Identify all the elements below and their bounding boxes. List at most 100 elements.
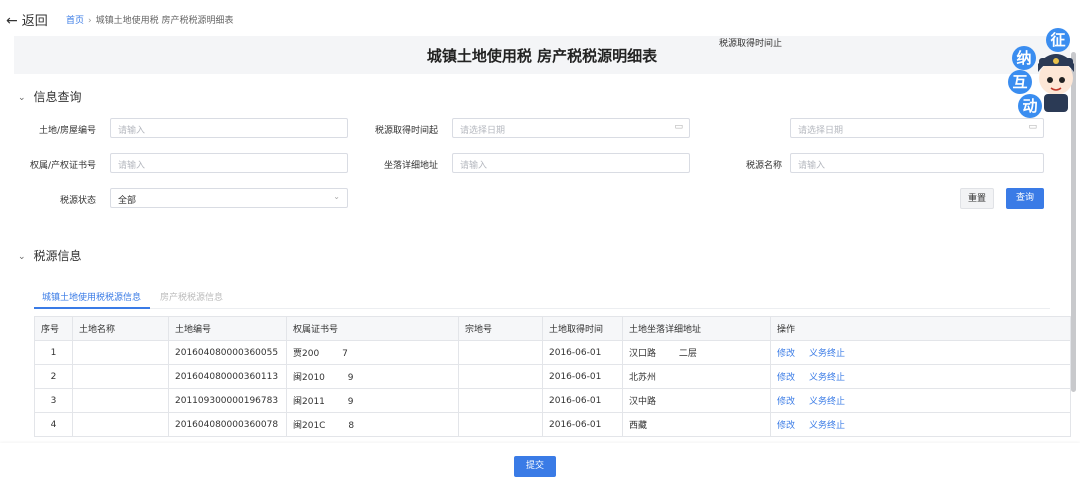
edit-link[interactable]: 修改: [777, 397, 795, 407]
mascot-char-4: 动: [1018, 94, 1042, 118]
cell-actions: 修改 义务终止: [770, 388, 1071, 413]
table-row: 2 201604080000360113 闽2010 9 2016-06-01 …: [34, 364, 1071, 389]
cell-parcel: [458, 340, 543, 365]
cert-no-label: 权属/产权证书号: [29, 161, 96, 171]
column-header: 操作: [770, 316, 1071, 341]
tab-land-tax[interactable]: 城镇土地使用税税源信息: [42, 290, 141, 303]
cell-cert-no: 闽2011 9: [286, 388, 459, 413]
cell-address: 北苏州: [622, 364, 771, 389]
column-header: 土地坐落详细地址: [622, 316, 771, 341]
cell-no: 2: [34, 364, 73, 389]
query-button[interactable]: 查询: [1006, 188, 1044, 209]
breadcrumb-current: 城镇土地使用税 房产税税源明细表: [95, 16, 234, 26]
interaction-mascot-widget[interactable]: 征 纳 互 动: [1000, 28, 1080, 124]
tab-active-underline: [34, 307, 150, 309]
cell-address: 汉口路 二层: [622, 340, 771, 365]
status-value: 全部: [118, 196, 137, 206]
cell-date: 2016-06-01: [542, 340, 623, 365]
cell-no: 1: [34, 340, 73, 365]
source-table: 序号 土地名称 土地编号 权属证书号 宗地号 土地取得时间 土地坐落详细地址 操…: [34, 316, 1071, 437]
cell-address: 西藏: [622, 412, 771, 437]
source-section-header[interactable]: ⌄ 税源信息: [18, 247, 82, 264]
cell-land-no: 201109300000196783: [168, 388, 287, 413]
cell-actions: 修改 义务终止: [770, 340, 1071, 365]
reset-button[interactable]: 重置: [960, 188, 994, 209]
column-header: 序号: [34, 316, 73, 341]
arrow-left-icon: ←: [6, 13, 18, 29]
terminate-link[interactable]: 义务终止: [809, 421, 845, 431]
cert-no-input[interactable]: 请输入: [110, 153, 348, 173]
cell-actions: 修改 义务终止: [770, 412, 1071, 437]
cell-land-no: 201604080000360055: [168, 340, 287, 365]
table-row: 3 201109300000196783 闽2011 9 2016-06-01 …: [34, 388, 1071, 413]
status-label: 税源状态: [59, 196, 96, 206]
terminate-link[interactable]: 义务终止: [809, 373, 845, 383]
land-no-label: 土地/房屋编号: [38, 126, 96, 136]
query-section-header[interactable]: ⌄ 信息查询: [18, 88, 82, 105]
cell-name: [72, 364, 169, 389]
table-header-row: 序号 土地名称 土地编号 权属证书号 宗地号 土地取得时间 土地坐落详细地址 操…: [34, 316, 1071, 341]
submit-button[interactable]: 提交: [514, 456, 556, 477]
mascot-char-3: 互: [1008, 70, 1032, 94]
top-bar: ← 返回 首页 › 城镇土地使用税 房产税税源明细表: [0, 0, 1080, 36]
tab-property-tax[interactable]: 房产税税源信息: [160, 290, 223, 303]
calendar-icon: ▭: [674, 122, 683, 132]
mascot-char-2: 纳: [1012, 46, 1036, 70]
table-row: 1 201604080000360055 贾200 7 2016-06-01 汉…: [34, 340, 1071, 365]
land-no-input[interactable]: 请输入: [110, 118, 348, 138]
cell-address: 汉中路: [622, 388, 771, 413]
cell-cert-no: 闽201C 8: [286, 412, 459, 437]
cell-name: [72, 412, 169, 437]
address-input[interactable]: 请输入: [452, 153, 690, 173]
title-bar: 城镇土地使用税 房产税税源明细表: [14, 36, 1070, 74]
column-header: 权属证书号: [286, 316, 459, 341]
end-date-label: 税源取得时间止: [718, 39, 782, 49]
back-label: 返回: [21, 14, 48, 29]
cell-name: [72, 340, 169, 365]
mascot-char-1: 征: [1046, 28, 1070, 52]
table-row: 4 201604080000360078 闽201C 8 2016-06-01 …: [34, 412, 1071, 437]
chevron-down-icon: ⌄: [333, 192, 340, 201]
edit-link[interactable]: 修改: [777, 373, 795, 383]
page-title: 城镇土地使用税 房产税税源明细表: [426, 47, 658, 65]
cell-actions: 修改 义务终止: [770, 364, 1071, 389]
source-section-title: 税源信息: [33, 249, 82, 263]
cell-parcel: [458, 412, 543, 437]
breadcrumb-home[interactable]: 首页: [66, 16, 84, 26]
cell-name: [72, 388, 169, 413]
cell-land-no: 201604080000360113: [168, 364, 287, 389]
breadcrumb-separator-icon: ›: [88, 16, 92, 26]
cell-land-no: 201604080000360078: [168, 412, 287, 437]
edit-link[interactable]: 修改: [777, 421, 795, 431]
cell-parcel: [458, 388, 543, 413]
chevron-down-icon: ⌄: [18, 252, 26, 262]
start-date-input[interactable]: 请选择日期 ▭: [452, 118, 690, 138]
cell-cert-no: 闽2010 9: [286, 364, 459, 389]
terminate-link[interactable]: 义务终止: [809, 397, 845, 407]
cell-parcel: [458, 364, 543, 389]
end-date-placeholder: 请选择日期: [798, 126, 844, 136]
edit-link[interactable]: 修改: [777, 349, 795, 359]
cell-no: 4: [34, 412, 73, 437]
source-name-label: 税源名称: [745, 161, 782, 171]
cell-cert-no: 贾200 7: [286, 340, 459, 365]
cell-no: 3: [34, 388, 73, 413]
chevron-down-icon: ⌄: [18, 93, 26, 103]
bottom-bar: 提交: [0, 443, 1080, 484]
cell-date: 2016-06-01: [542, 388, 623, 413]
cell-date: 2016-06-01: [542, 364, 623, 389]
start-date-label: 税源取得时间起: [374, 126, 438, 136]
status-select[interactable]: 全部 ⌄: [110, 188, 348, 208]
column-header: 土地取得时间: [542, 316, 623, 341]
source-name-input[interactable]: 请输入: [790, 153, 1044, 173]
column-header: 宗地号: [458, 316, 543, 341]
column-header: 土地编号: [168, 316, 287, 341]
back-button[interactable]: ← 返回: [6, 10, 48, 29]
column-header: 土地名称: [72, 316, 169, 341]
address-label: 坐落详细地址: [383, 161, 438, 171]
start-date-placeholder: 请选择日期: [460, 126, 506, 136]
breadcrumb: 首页 › 城镇土地使用税 房产税税源明细表: [66, 13, 234, 26]
cell-date: 2016-06-01: [542, 412, 623, 437]
tab-divider: [34, 308, 1050, 309]
terminate-link[interactable]: 义务终止: [809, 349, 845, 359]
